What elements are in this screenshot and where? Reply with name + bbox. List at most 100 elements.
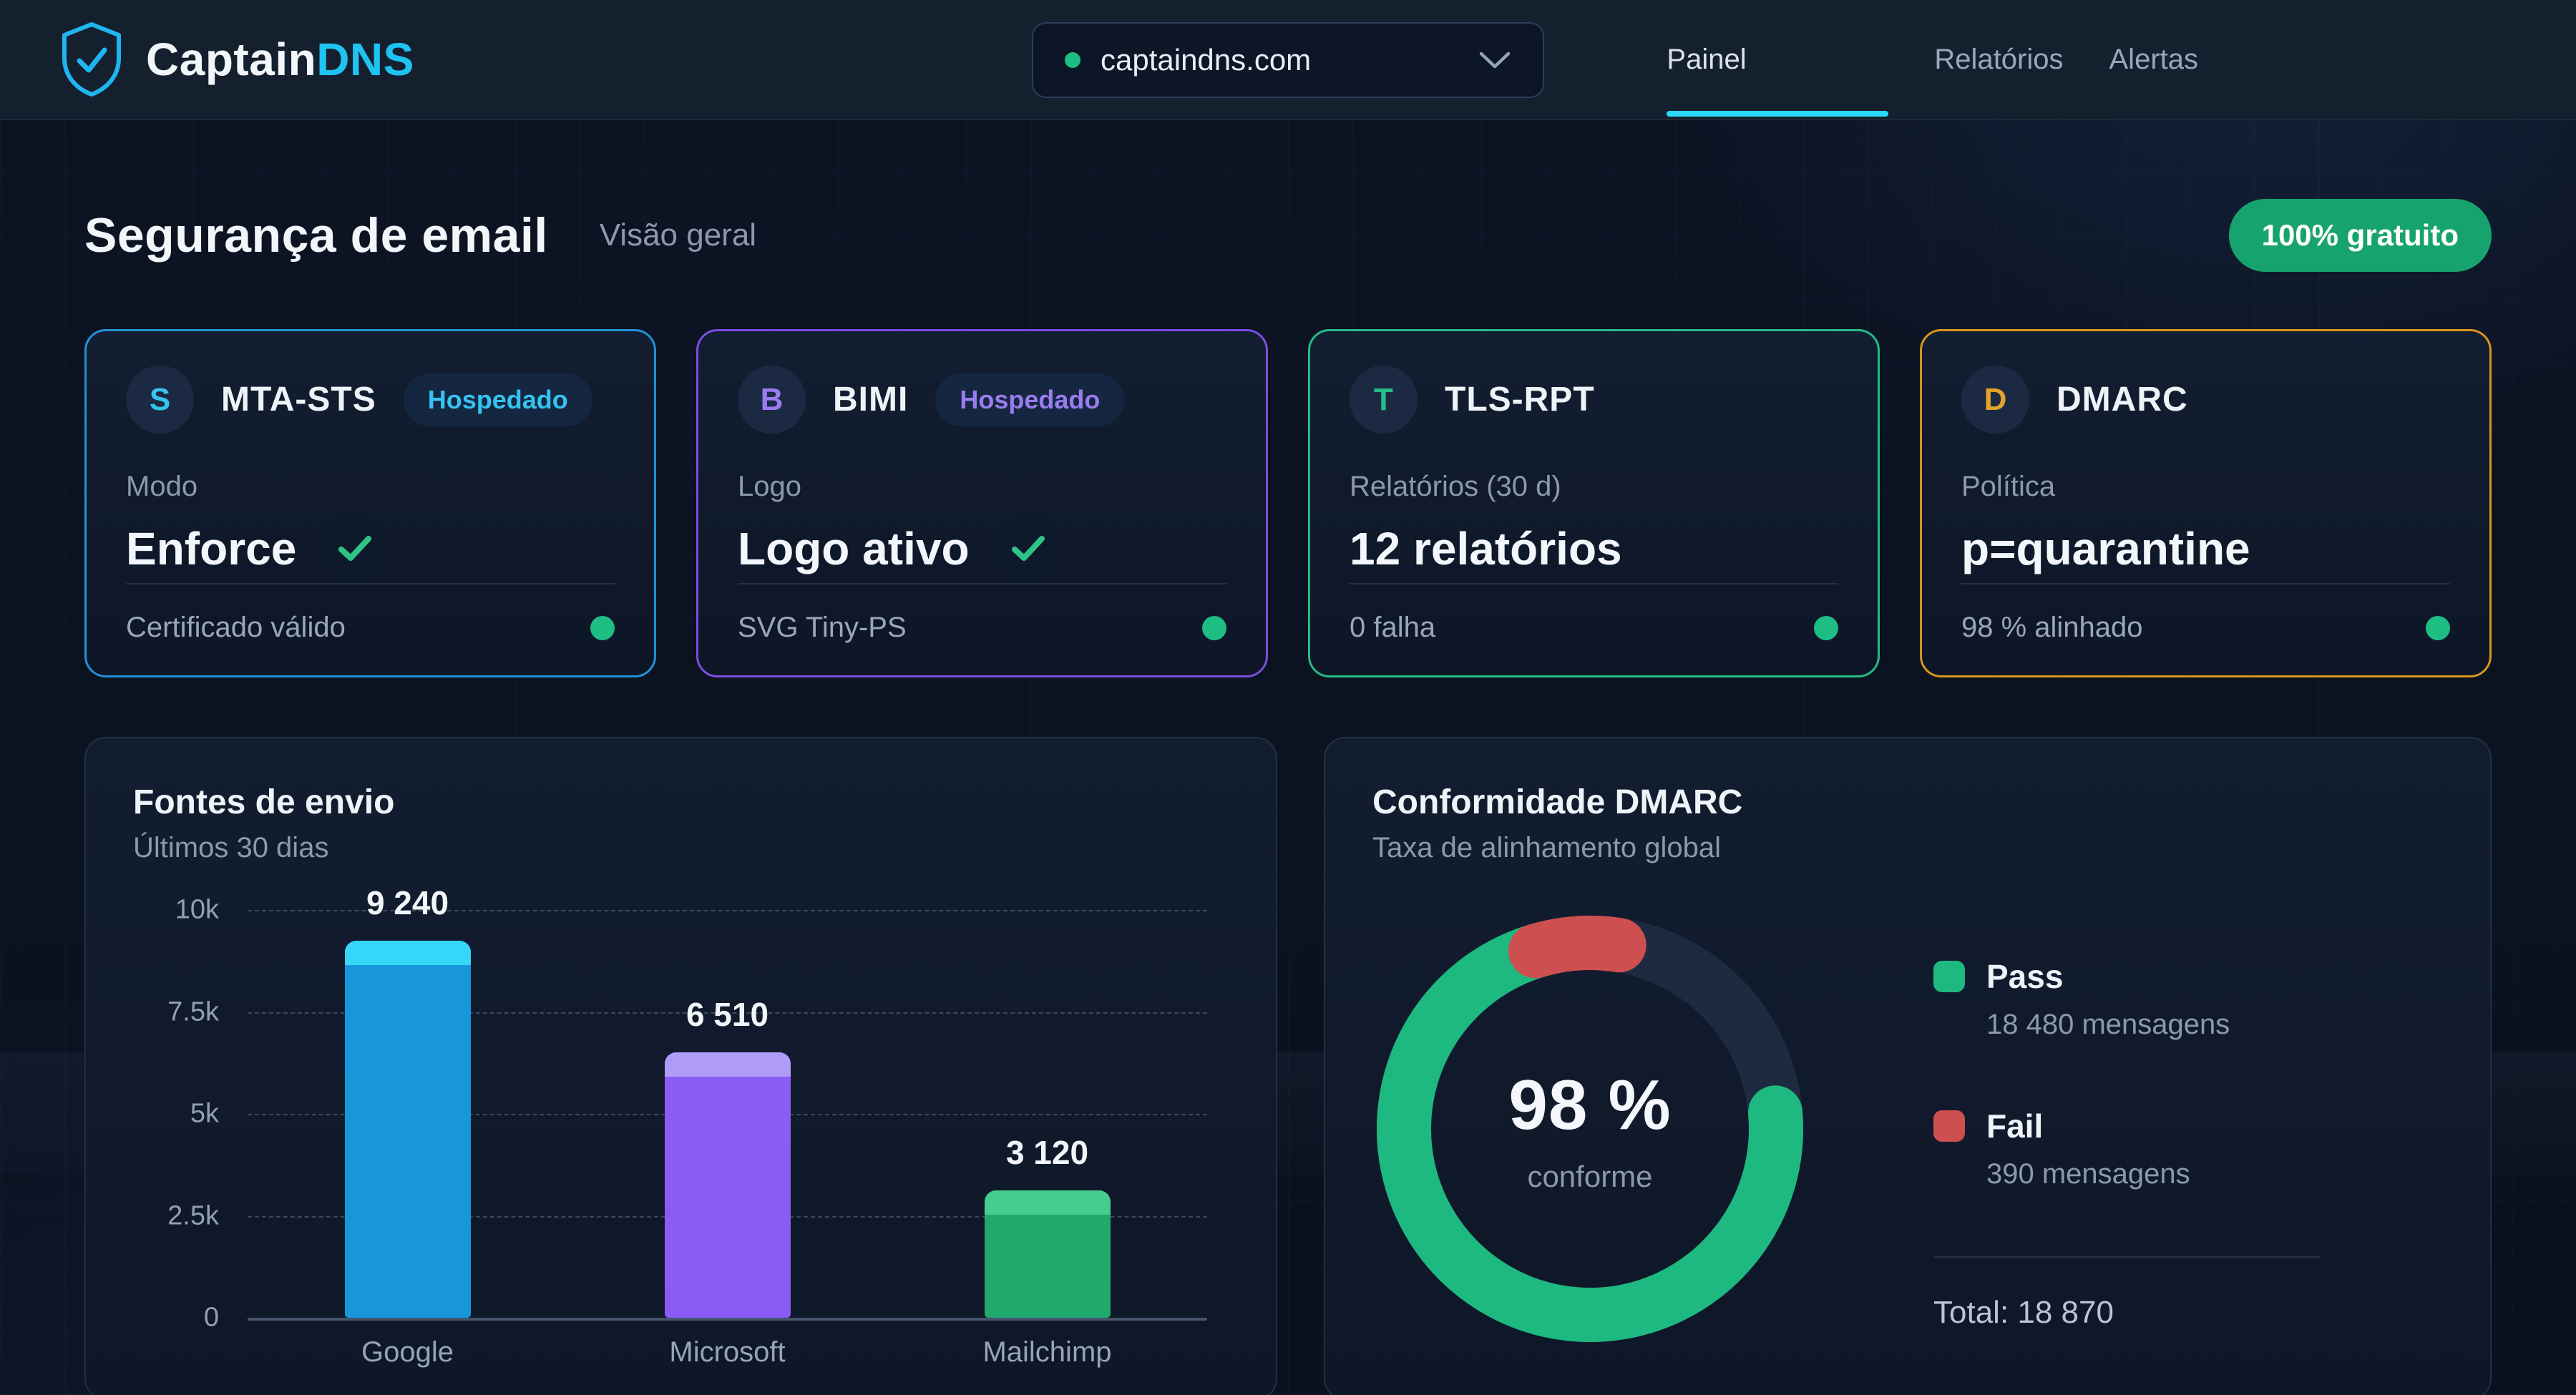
shield-check-icon bbox=[59, 21, 125, 98]
dashboard-page: CaptainDNS captaindns.com Painel Relatór… bbox=[0, 0, 2576, 1395]
card-letter-avatar: D bbox=[1961, 366, 2029, 434]
status-dot bbox=[2426, 616, 2450, 640]
nav-item-relatorios[interactable]: Relatórios bbox=[1934, 0, 2063, 119]
card-divider bbox=[1961, 583, 2450, 584]
dmarc-compliance-panel: Conformidade DMARC Taxa de alinhamento g… bbox=[1324, 737, 2492, 1395]
brand-name-primary: Captain bbox=[146, 34, 316, 85]
legend-count: 18 480 mensagens bbox=[1986, 1009, 2320, 1041]
bar-value-label: 9 240 bbox=[366, 884, 449, 922]
card-tls-rpt: T TLS-RPT Relatórios (30 d) 12 relatório… bbox=[1308, 329, 1880, 677]
card-divider bbox=[126, 583, 615, 584]
card-footer: 98 % alinhado bbox=[1961, 612, 2450, 644]
legend-name: Fail bbox=[1986, 1107, 2043, 1145]
brand-name-accent: DNS bbox=[316, 34, 414, 85]
fail-swatch bbox=[1933, 1110, 1965, 1142]
card-mta-sts: S MTA-STS Hospedado Modo Enforce Certifi… bbox=[84, 329, 656, 677]
nav-item-painel[interactable]: Painel bbox=[1667, 0, 1888, 119]
donut-percentage: 98 % bbox=[1508, 1064, 1671, 1145]
status-cards: S MTA-STS Hospedado Modo Enforce Certifi… bbox=[84, 329, 2492, 677]
panel-subtitle: Taxa de alinhamento global bbox=[1372, 832, 2443, 864]
hosted-badge: Hospedado bbox=[935, 373, 1124, 426]
donut-row: 98 % conforme Pass 18 480 mensagens bbox=[1372, 914, 2443, 1343]
card-header: T TLS-RPT bbox=[1350, 366, 1838, 434]
check-icon bbox=[322, 516, 388, 582]
domain-select[interactable]: captaindns.com bbox=[1032, 22, 1544, 98]
bar-value-label: 6 510 bbox=[686, 995, 769, 1034]
legend-name: Pass bbox=[1986, 957, 2063, 996]
card-value: Enforce bbox=[126, 522, 296, 575]
nav-item-label: Relatórios bbox=[1934, 44, 2063, 76]
card-header: B BIMI Hospedado bbox=[738, 366, 1226, 434]
status-dot bbox=[1814, 616, 1838, 640]
bar-cap bbox=[665, 1052, 791, 1077]
hosted-badge: Hospedado bbox=[404, 373, 592, 426]
card-value-row: 12 relatórios bbox=[1350, 514, 1838, 582]
y-axis-tick-label: 2.5k bbox=[133, 1200, 219, 1231]
donut-chart: 98 % conforme bbox=[1375, 914, 1805, 1343]
card-label: Política bbox=[1961, 471, 2450, 503]
status-dot bbox=[1202, 616, 1226, 640]
card-divider bbox=[738, 583, 1226, 584]
bar-value-label: 3 120 bbox=[1006, 1133, 1088, 1172]
card-title: BIMI bbox=[833, 380, 908, 419]
y-axis-tick-label: 7.5k bbox=[133, 997, 219, 1027]
legend-total: Total: 18 870 bbox=[1933, 1295, 2320, 1331]
domain-select-value: captaindns.com bbox=[1101, 43, 1311, 77]
card-value: p=quarantine bbox=[1961, 522, 2250, 575]
nav-item-label: Alertas bbox=[2109, 44, 2199, 76]
card-header: S MTA-STS Hospedado bbox=[126, 366, 615, 434]
donut-legend: Pass 18 480 mensagens Fail 390 mensagens… bbox=[1933, 914, 2320, 1331]
bar-plot: 9 240 6 510 3 120 bbox=[248, 910, 1207, 1318]
bar-slot: 6 510 bbox=[567, 910, 887, 1318]
topbar: CaptainDNS captaindns.com Painel Relatór… bbox=[0, 0, 2576, 120]
chevron-down-icon bbox=[1478, 50, 1511, 70]
panel-subtitle: Últimos 30 dias bbox=[133, 832, 1229, 864]
card-divider bbox=[1350, 583, 1838, 584]
card-footer-text: Certificado válido bbox=[126, 612, 346, 644]
legend-item-fail: Fail 390 mensagens bbox=[1933, 1107, 2320, 1190]
legend-divider bbox=[1933, 1256, 2320, 1258]
panel-title: Conformidade DMARC bbox=[1372, 783, 2443, 822]
legend-item-pass: Pass 18 480 mensagens bbox=[1933, 957, 2320, 1041]
y-axis-tick-label: 5k bbox=[133, 1099, 219, 1130]
chart-panels: Fontes de envio Últimos 30 dias 10k7.5k5… bbox=[84, 737, 2492, 1395]
domain-status-dot bbox=[1065, 52, 1080, 68]
brand-logo: CaptainDNS bbox=[59, 21, 414, 98]
card-title: DMARC bbox=[2057, 380, 2188, 419]
check-icon bbox=[995, 516, 1061, 582]
active-nav-underline bbox=[1667, 111, 1888, 117]
legend-count: 390 mensagens bbox=[1986, 1158, 2320, 1190]
x-axis-category-label: Google bbox=[248, 1336, 567, 1369]
x-axis-category-labels: GoogleMicrosoftMailchimp bbox=[248, 1336, 1207, 1369]
brand-name: CaptainDNS bbox=[146, 33, 414, 86]
card-title: TLS-RPT bbox=[1445, 380, 1595, 419]
card-footer: 0 falha bbox=[1350, 612, 1838, 644]
pass-swatch bbox=[1933, 961, 1965, 992]
nav-item-label: Painel bbox=[1667, 44, 1746, 76]
bar-slot: 9 240 bbox=[248, 910, 567, 1318]
card-footer-text: 98 % alinhado bbox=[1961, 612, 2143, 644]
card-dmarc: D DMARC Política p=quarantine 98 % alinh… bbox=[1920, 329, 2492, 677]
card-footer-text: 0 falha bbox=[1350, 612, 1435, 644]
bar-microsoft bbox=[665, 1052, 791, 1318]
card-label: Modo bbox=[126, 471, 615, 503]
x-axis-baseline bbox=[248, 1318, 1207, 1321]
bar-slot: 3 120 bbox=[887, 910, 1207, 1318]
card-label: Logo bbox=[738, 471, 1226, 503]
card-bimi: B BIMI Hospedado Logo Logo ativo SVG Tin… bbox=[696, 329, 1268, 677]
main-nav: Painel Relatórios Alertas bbox=[1667, 0, 2198, 119]
card-value: 12 relatórios bbox=[1350, 522, 1622, 575]
page-title: Segurança de email bbox=[84, 208, 548, 263]
card-value-row: p=quarantine bbox=[1961, 514, 2450, 582]
bar-cap bbox=[345, 941, 471, 965]
y-axis-tick-label: 10k bbox=[133, 895, 219, 926]
nav-item-alertas[interactable]: Alertas bbox=[2109, 0, 2199, 119]
x-axis-category-label: Microsoft bbox=[567, 1336, 887, 1369]
status-dot bbox=[590, 616, 615, 640]
bar-chart: 10k7.5k5k2.5k0 9 2406 5103 120 GoogleMic… bbox=[133, 910, 1229, 1319]
card-letter-avatar: T bbox=[1350, 366, 1418, 434]
card-title: MTA-STS bbox=[221, 380, 376, 419]
page-header: Segurança de email Visão geral 100% grat… bbox=[84, 175, 2492, 295]
bar-mailchimp bbox=[985, 1190, 1111, 1318]
card-footer: SVG Tiny-PS bbox=[738, 612, 1226, 644]
